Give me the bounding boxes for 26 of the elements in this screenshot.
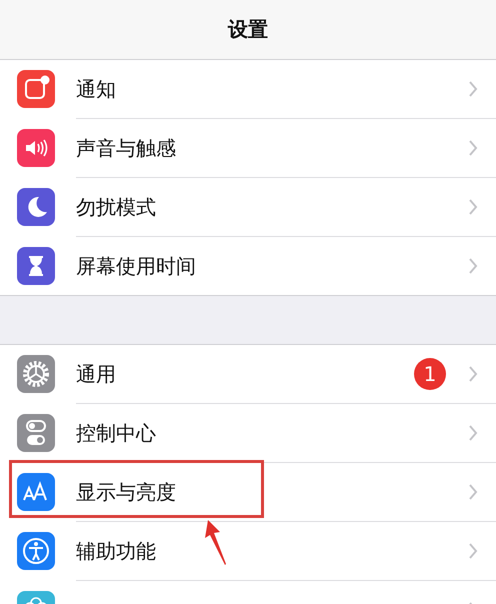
page-title: 设置 — [228, 16, 268, 43]
chevron-icon — [468, 424, 478, 442]
settings-row[interactable]: 通知 — [0, 60, 496, 118]
chevron-icon — [468, 80, 478, 98]
settings-row[interactable]: 通用 1 — [0, 345, 496, 403]
row-label: 通用 — [76, 360, 116, 388]
settings-row[interactable]: 控制中心 — [0, 403, 496, 462]
chevron-icon — [468, 139, 478, 157]
row-label: 显示与亮度 — [76, 478, 176, 506]
chevron-icon — [468, 198, 478, 216]
row-label: 辅助功能 — [76, 538, 156, 564]
count-badge: 1 — [414, 358, 446, 390]
row-label: 控制中心 — [76, 420, 156, 446]
settings-row[interactable]: 勿扰模式 — [0, 177, 496, 236]
row-label: 通知 — [76, 76, 116, 102]
chevron-icon — [468, 542, 478, 560]
chevron-icon — [468, 365, 478, 383]
chevron-icon — [468, 483, 478, 501]
settings-row[interactable]: 屏幕使用时间 — [0, 236, 496, 295]
chevron-icon — [468, 257, 478, 275]
settings-row[interactable]: 声音与触感 — [0, 118, 496, 177]
pointer-arrow — [202, 520, 228, 566]
settings-row[interactable]: 显示与亮度 — [0, 462, 496, 521]
row-label: 勿扰模式 — [76, 194, 156, 220]
row-label: 声音与触感 — [76, 134, 176, 162]
row-label: 屏幕使用时间 — [76, 252, 196, 280]
